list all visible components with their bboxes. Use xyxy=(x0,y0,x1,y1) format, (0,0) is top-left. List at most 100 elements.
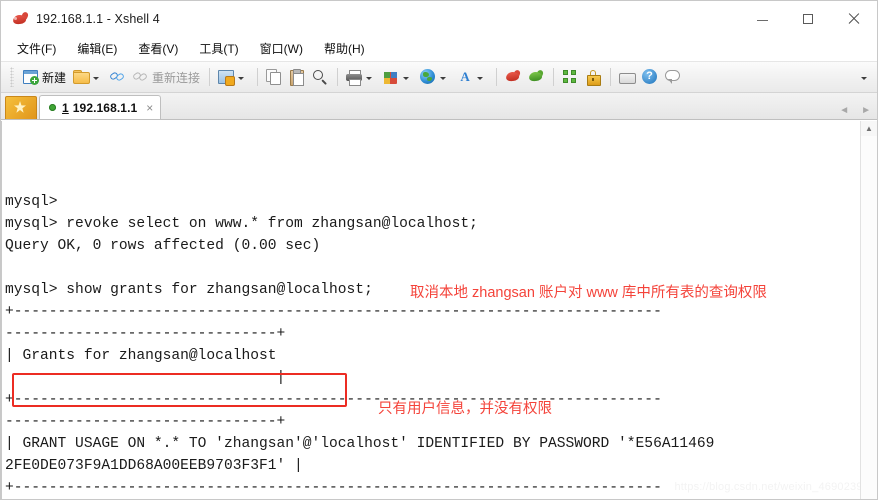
chevron-down-icon[interactable] xyxy=(93,76,100,80)
terminal-line: -------------------------------+ xyxy=(5,326,286,342)
close-button[interactable] xyxy=(831,1,877,36)
scroll-up-icon[interactable]: ▲ xyxy=(861,121,877,136)
font-icon: A xyxy=(460,69,470,84)
title-bar: 192.168.1.1 - Xshell 4 xyxy=(1,1,877,36)
tab-scroll-left-icon[interactable]: ◄ xyxy=(839,105,849,116)
chevron-down-icon[interactable] xyxy=(861,76,867,80)
toolbar-chat-button[interactable] xyxy=(662,66,684,88)
tab-close-icon[interactable]: × xyxy=(146,102,153,114)
toolbar-xftp-button[interactable] xyxy=(525,66,547,88)
maximize-button[interactable] xyxy=(785,1,831,36)
printer-icon xyxy=(346,69,363,86)
watermark: https://blog.csdn.net/weixin_46902398 xyxy=(674,481,869,493)
chat-bubble-icon xyxy=(665,69,681,85)
toolbar-properties-button[interactable] xyxy=(380,66,416,88)
menu-item-help[interactable]: 帮助(H) xyxy=(324,38,376,59)
chevron-down-icon[interactable] xyxy=(477,76,484,80)
toolbar-print-button[interactable] xyxy=(343,66,379,88)
toolbar-xshell-button[interactable] xyxy=(502,66,524,88)
toolbar-help-button[interactable]: ? xyxy=(639,66,661,88)
terminal-line: mysql> revoke select on www.* from zhang… xyxy=(5,216,478,232)
new-window-icon xyxy=(23,69,39,85)
chevron-down-icon[interactable] xyxy=(403,76,410,80)
globe-icon xyxy=(420,69,436,85)
connection-status-dot xyxy=(49,104,56,111)
tab-session-1[interactable]: 1 192.168.1.1 × xyxy=(39,95,162,119)
toolbar-lock-button[interactable] xyxy=(582,66,604,88)
menu-item-tools[interactable]: 工具(T) xyxy=(199,38,249,59)
link-broken-icon xyxy=(132,69,149,85)
menu-item-window[interactable]: 窗口(W) xyxy=(260,38,314,59)
menu-item-view[interactable]: 查看(V) xyxy=(138,38,189,59)
toolbar-connect-button[interactable] xyxy=(107,66,129,88)
toolbar-session-manager-button[interactable] xyxy=(215,66,251,88)
window-title: 192.168.1.1 - Xshell 4 xyxy=(36,11,160,26)
toolbar-grip[interactable] xyxy=(10,67,14,87)
toolbar-open-session-button[interactable] xyxy=(70,66,106,88)
terminal-line: | Grants for zhangsan@localhost xyxy=(5,348,662,364)
properties-icon xyxy=(383,69,399,85)
scrollbar-track[interactable] xyxy=(861,136,877,499)
grid-icon xyxy=(562,69,578,85)
toolbar-copy-button[interactable] xyxy=(263,66,285,88)
minimize-button[interactable] xyxy=(739,1,785,36)
toolbar-reconnect-label: 重新连接 xyxy=(152,70,201,85)
xshell-logo-icon xyxy=(11,10,30,28)
tab-scroll-right-icon[interactable]: ► xyxy=(861,105,871,116)
terminal-line: | GRANT USAGE ON *.* TO 'zhangsan'@'loca… xyxy=(5,436,715,452)
terminal-line: Query OK, 0 rows affected (0.00 sec) xyxy=(5,238,321,254)
menu-item-edit[interactable]: 编辑(E) xyxy=(77,38,128,59)
menu-bar: 文件(F) 编辑(E) 查看(V) 工具(T) 窗口(W) 帮助(H) xyxy=(1,36,877,61)
toolbar-new-label: 新建 xyxy=(42,70,67,85)
link-connect-icon xyxy=(109,69,126,85)
toolbar-divider xyxy=(553,68,555,86)
chevron-down-icon[interactable] xyxy=(238,76,245,80)
xftp-icon xyxy=(528,69,545,85)
toolbar-font-button[interactable]: A xyxy=(454,66,490,88)
tab-label: 192.168.1.1 xyxy=(72,100,138,115)
tab-scroll-controls: ◄ ► xyxy=(839,105,871,116)
xshell-icon xyxy=(505,69,522,85)
folder-open-icon xyxy=(73,69,91,85)
toolbar-divider xyxy=(209,68,211,86)
chevron-down-icon[interactable] xyxy=(366,76,373,80)
toolbar-compose-bar-button[interactable] xyxy=(616,66,638,88)
menu-item-file[interactable]: 文件(F) xyxy=(17,38,67,59)
annotation-no-privileges: 只有用户信息，并没有权限 xyxy=(378,401,552,417)
terminal-scrollbar[interactable]: ▲ xyxy=(860,121,877,499)
toolbar-web-button[interactable] xyxy=(417,66,453,88)
terminal-line: | xyxy=(5,370,286,386)
terminal-line: 2FE0DE073F9A1DD68A00EEB9703F3F1' | xyxy=(5,458,303,474)
window-controls xyxy=(739,1,877,36)
keyboard-icon xyxy=(619,69,637,85)
toolbar: 新建 重新连接 A ? xyxy=(1,61,877,93)
terminal-area: mysql> mysql> revoke select on www.* from… xyxy=(1,120,877,499)
help-icon: ? xyxy=(642,69,658,85)
paste-icon xyxy=(289,69,305,86)
toolbar-overflow-button[interactable] xyxy=(857,62,871,92)
toolbar-find-button[interactable] xyxy=(309,66,331,88)
search-icon xyxy=(312,69,328,85)
terminal-output[interactable]: mysql> mysql> revoke select on www.* from… xyxy=(1,121,860,499)
tab-bar: 1 192.168.1.1 × ◄ ► xyxy=(1,93,877,120)
terminal-line: mysql> xyxy=(5,194,58,210)
toolbar-arrange-button[interactable] xyxy=(559,66,581,88)
session-window-icon xyxy=(218,69,236,86)
terminal-line: +---------------------------------------… xyxy=(5,304,662,320)
toolbar-divider xyxy=(257,68,259,86)
lock-icon xyxy=(585,69,602,86)
toolbar-paste-button[interactable] xyxy=(286,66,308,88)
xshell-window: 192.168.1.1 - Xshell 4 文件(F) 编辑(E) 查看(V)… xyxy=(0,0,878,500)
annotation-revoke: 取消本地 zhangsan 账户对 www 库中所有表的查询权限 xyxy=(410,285,767,301)
copy-icon xyxy=(266,69,282,85)
toolbar-divider xyxy=(496,68,498,86)
tab-index: 1 xyxy=(62,100,69,115)
toolbar-divider xyxy=(610,68,612,86)
toolbar-new-session-button[interactable]: 新建 xyxy=(20,66,69,88)
toolbar-reconnect-button: 重新连接 xyxy=(130,66,203,88)
terminal-left-border xyxy=(1,121,2,499)
toolbar-divider xyxy=(337,68,339,86)
chevron-down-icon[interactable] xyxy=(440,76,447,80)
xshell-star-icon[interactable] xyxy=(5,96,37,119)
